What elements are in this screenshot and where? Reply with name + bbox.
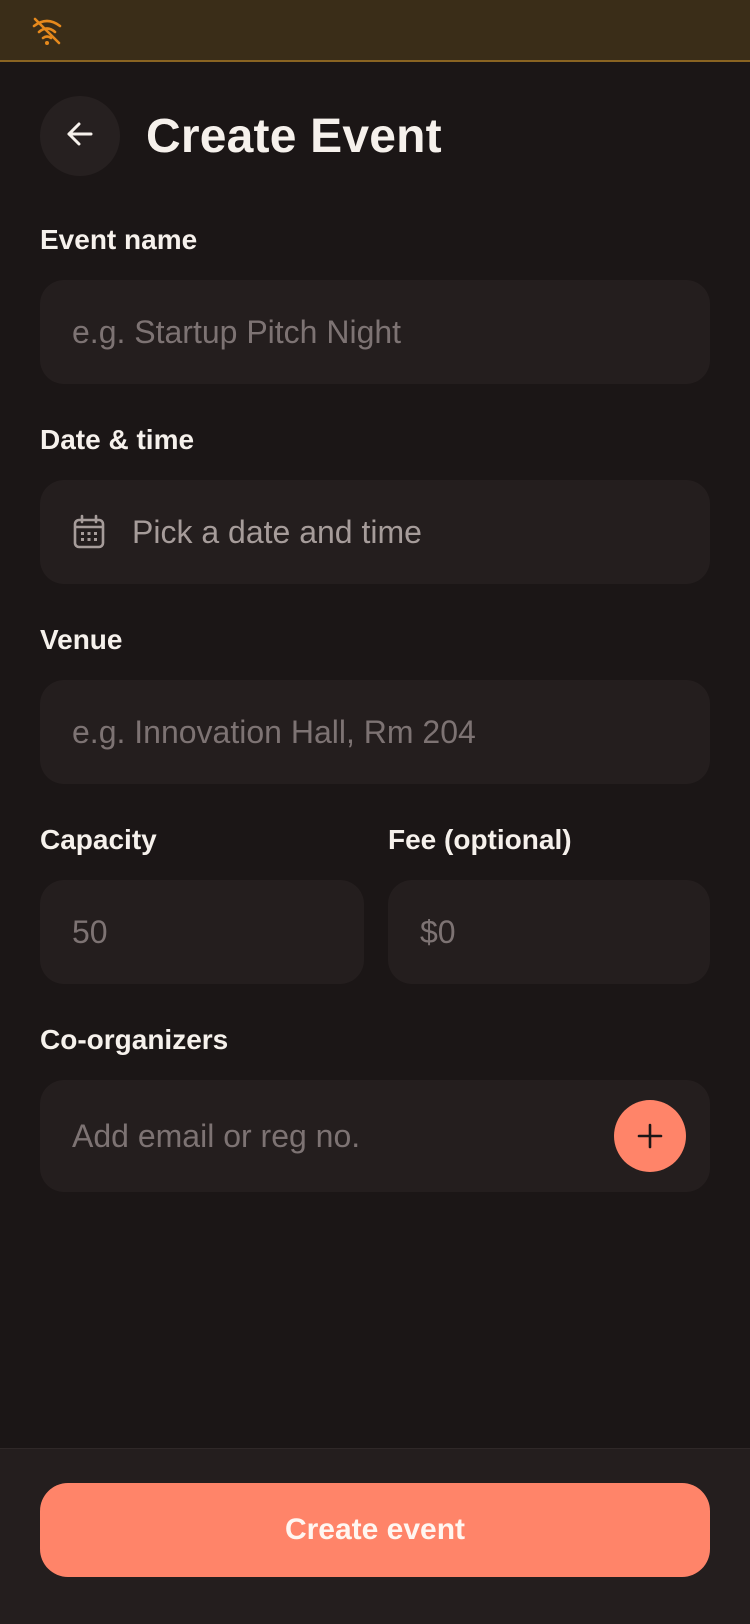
venue-field[interactable] [40,680,710,784]
fee-label: Fee (optional) [388,824,572,855]
plus-icon [637,1123,663,1149]
venue-label: Venue [40,624,123,655]
arrow-left-icon [64,118,96,155]
status-bar [0,0,750,62]
wifi-off-icon [30,15,64,47]
add-co-organizer-button[interactable] [614,1100,686,1172]
capacity-input[interactable] [72,913,332,951]
date-time-label: Date & time [40,424,195,455]
event-name-label: Event name [40,224,198,255]
back-button[interactable] [40,96,120,176]
co-organizers-label: Co-organizers [40,1024,229,1055]
event-name-field[interactable] [40,280,710,384]
co-organizers-field[interactable] [40,1080,710,1192]
fee-field[interactable] [388,880,710,984]
create-event-button[interactable]: Create event [40,1483,710,1577]
venue-input[interactable] [72,713,678,751]
header: Create Event [40,96,442,176]
bottom-action-bar: Create event [0,1448,750,1624]
capacity-field[interactable] [40,880,364,984]
date-time-placeholder: Pick a date and time [132,513,422,550]
calendar-icon [72,514,106,550]
date-time-picker[interactable]: Pick a date and time [40,480,710,584]
event-name-input[interactable] [72,313,678,351]
page-title: Create Event [146,109,442,163]
fee-input[interactable] [420,913,678,951]
co-organizers-input[interactable] [72,1117,590,1155]
capacity-label: Capacity [40,824,157,855]
